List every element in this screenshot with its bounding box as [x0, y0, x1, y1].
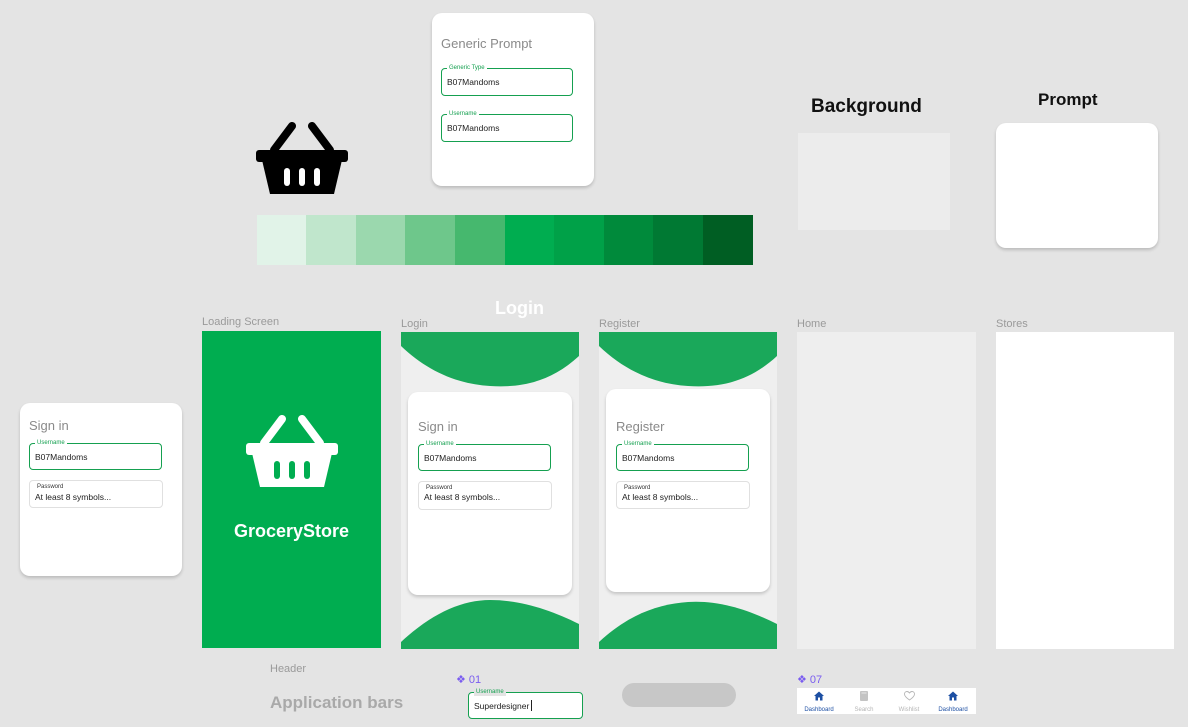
- register-username-label: Username: [622, 440, 654, 448]
- prompt-heading: Prompt: [1038, 90, 1098, 109]
- palette-swatch: [257, 215, 307, 265]
- login-frame-label: Login: [401, 318, 428, 330]
- register-password-label: Password: [624, 485, 651, 491]
- login-password-placeholder: At least 8 symbols...: [424, 492, 501, 502]
- palette-swatch: [455, 215, 505, 265]
- basket-icon: [256, 122, 348, 196]
- gray-pill-bar: [622, 683, 736, 707]
- signin-title: Sign in: [29, 418, 69, 433]
- basket-icon: [246, 415, 338, 489]
- prompt-sample-card: [996, 123, 1158, 248]
- stores-frame-label: Stores: [996, 318, 1028, 330]
- generic-type-value: B07Mandoms: [447, 77, 500, 87]
- palette-swatch: [653, 215, 703, 265]
- register-frame-label: Register: [599, 318, 640, 330]
- bottom-nav-bar: Dashboard Search Wishlist Dashboard: [797, 688, 976, 714]
- register-password-field[interactable]: Password At least 8 symbols...: [616, 481, 750, 509]
- nav-label: Dashboard: [938, 707, 968, 713]
- generic-prompt-title: Generic Prompt: [441, 36, 533, 51]
- top-wave: [401, 332, 579, 387]
- generic-prompt-card: Generic Prompt Generic Type B07Mandoms U…: [432, 13, 594, 186]
- login-password-field[interactable]: Password At least 8 symbols...: [418, 481, 552, 510]
- palette-swatch: [554, 215, 604, 265]
- signin-username-field[interactable]: Username B07Mandoms: [29, 439, 162, 470]
- register-card: Register Username B07Mandoms Password At…: [606, 389, 770, 592]
- nav-label: Wishlist: [898, 707, 920, 713]
- palette-swatch: [505, 215, 555, 265]
- login-screen: Sign in Username B07Mandoms Password At …: [401, 332, 579, 649]
- nav-item-wishlist[interactable]: Wishlist: [887, 688, 931, 716]
- palette-swatch: [306, 215, 356, 265]
- signin-card: Sign in Username B07Mandoms Password At …: [20, 403, 182, 576]
- login-username-label: Username: [424, 440, 456, 448]
- home-frame-label: Home: [797, 318, 827, 330]
- login-username-field[interactable]: Username B07Mandoms: [418, 440, 551, 471]
- register-card-title: Register: [616, 419, 665, 434]
- stores-screen: [996, 332, 1174, 649]
- loading-screen: GroceryStore: [202, 331, 381, 648]
- superdesigner-label: Username: [474, 688, 506, 696]
- generic-type-field[interactable]: Generic Type B07Mandoms: [441, 64, 573, 96]
- login-card-title: Sign in: [418, 419, 458, 434]
- heart-icon: [904, 691, 915, 701]
- generic-username-label: Username: [447, 110, 479, 118]
- nav-label: Dashboard: [804, 707, 834, 713]
- superdesigner-input[interactable]: Username Superdesigner: [468, 688, 583, 719]
- app-name: GroceryStore: [233, 521, 350, 541]
- bottom-wave: [599, 601, 777, 649]
- header-frame-label: Header: [270, 663, 307, 675]
- bottom-wave: [401, 600, 579, 649]
- signin-username-value: B07Mandoms: [35, 452, 88, 462]
- superdesigner-value: Superdesigner: [474, 701, 530, 711]
- nav-item-dashboard-2[interactable]: Dashboard: [931, 688, 975, 716]
- signin-password-field[interactable]: Password At least 8 symbols...: [29, 480, 163, 508]
- login-section-heading: Login: [495, 298, 544, 318]
- component-01-label: ❖ 01: [456, 674, 482, 686]
- background-heading: Background: [811, 96, 922, 117]
- signin-password-placeholder: At least 8 symbols...: [35, 492, 112, 502]
- generic-username-field[interactable]: Username B07Mandoms: [441, 110, 573, 142]
- palette-swatch: [604, 215, 654, 265]
- register-username-field[interactable]: Username B07Mandoms: [616, 440, 749, 471]
- register-password-placeholder: At least 8 symbols...: [622, 492, 699, 502]
- nav-item-dashboard[interactable]: Dashboard: [797, 688, 841, 716]
- application-bars-title: Application bars: [270, 693, 404, 712]
- generic-username-value: B07Mandoms: [447, 123, 500, 133]
- generic-type-label: Generic Type: [447, 64, 487, 72]
- login-card: Sign in Username B07Mandoms Password At …: [408, 392, 572, 595]
- home-icon: [814, 691, 824, 701]
- home-icon: [948, 691, 958, 701]
- text-cursor: [531, 700, 532, 711]
- palette-swatch: [356, 215, 406, 265]
- top-wave: [599, 332, 777, 387]
- signin-password-label: Password: [37, 484, 64, 490]
- nav-label: Search: [854, 707, 874, 713]
- login-username-value: B07Mandoms: [424, 453, 477, 463]
- signin-username-label: Username: [35, 439, 67, 447]
- book-icon: [860, 691, 868, 701]
- palette-swatch: [405, 215, 455, 265]
- background-sample: [798, 133, 950, 230]
- login-password-label: Password: [426, 485, 453, 491]
- register-username-value: B07Mandoms: [622, 453, 675, 463]
- home-screen: [797, 332, 976, 649]
- register-screen: Register Username B07Mandoms Password At…: [599, 332, 777, 649]
- loading-frame-label: Loading Screen: [202, 316, 280, 328]
- nav-item-search[interactable]: Search: [842, 688, 886, 716]
- component-07-label: ❖ 07: [797, 674, 823, 686]
- palette-swatch: [703, 215, 753, 265]
